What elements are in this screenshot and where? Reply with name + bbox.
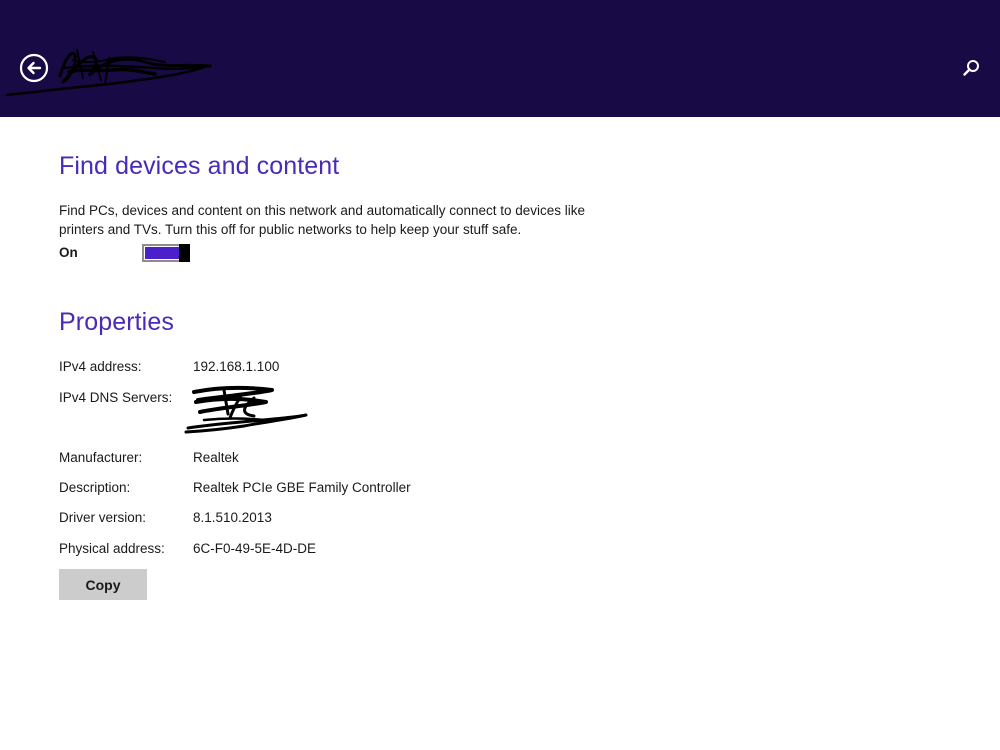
- prop-value-ipv4: 192.168.1.100: [193, 359, 280, 374]
- section-title-discovery: Find devices and content: [59, 152, 340, 180]
- copy-button[interactable]: Copy: [59, 569, 147, 600]
- prop-value-physical-address: 6C-F0-49-5E-4D-DE: [193, 541, 317, 556]
- prop-label-ipv4: IPv4 address:: [59, 359, 142, 374]
- toggle-thumb[interactable]: [179, 244, 190, 262]
- toggle-state-label: On: [59, 245, 78, 260]
- toggle-fill: [145, 247, 180, 259]
- app-header: [0, 0, 1000, 117]
- prop-value-description: Realtek PCIe GBE Family Controller: [193, 480, 411, 495]
- search-icon[interactable]: [960, 57, 982, 79]
- prop-value-manufacturer: Realtek: [193, 450, 239, 465]
- prop-label-driver-version: Driver version:: [59, 510, 147, 525]
- redacted-network-name-scribble: [5, 49, 212, 97]
- prop-value-driver-version: 8.1.510.2013: [193, 510, 272, 525]
- network-discovery-toggle[interactable]: [142, 244, 190, 262]
- prop-label-physical-address: Physical address:: [59, 541, 165, 556]
- redacted-dns-scribble: [184, 385, 308, 434]
- prop-label-manufacturer: Manufacturer:: [59, 450, 143, 465]
- discovery-description: Find PCs, devices and content on this ne…: [59, 203, 586, 237]
- section-title-properties: Properties: [59, 308, 174, 336]
- prop-label-description: Description:: [59, 480, 131, 495]
- prop-label-dns: IPv4 DNS Servers:: [59, 390, 173, 405]
